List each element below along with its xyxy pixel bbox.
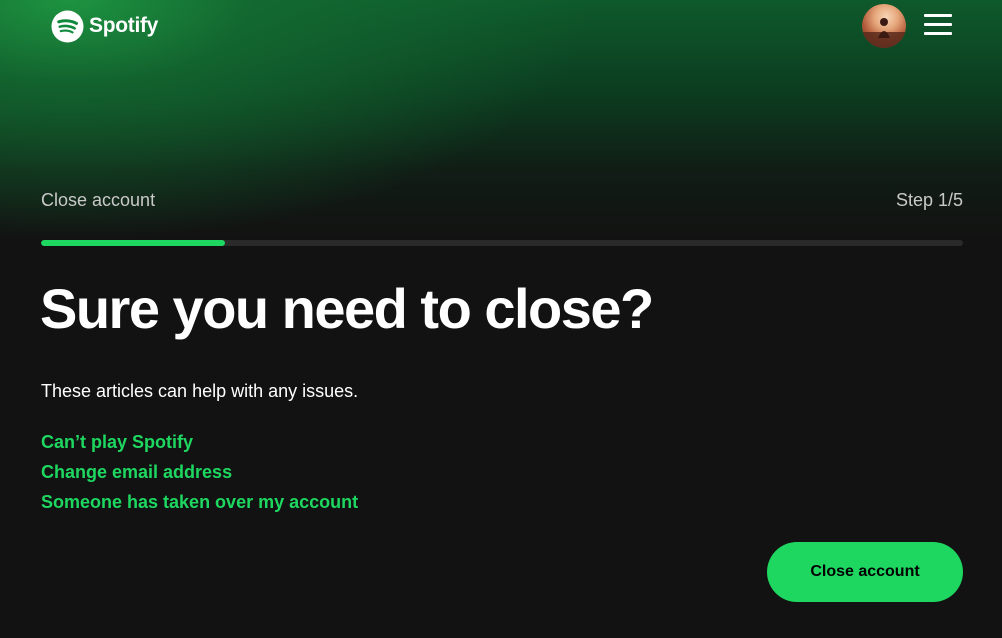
spotify-logo-link[interactable]: Spotify	[51, 9, 158, 43]
flow-title: Close account	[41, 190, 156, 210]
close-account-button[interactable]: Close account	[767, 542, 963, 602]
spotify-wordmark: Spotify	[89, 14, 159, 37]
page-title: Sure you need to close?	[40, 277, 654, 340]
help-article-list: Can’t play Spotify Change email address …	[41, 430, 358, 520]
step-indicator: Step 1/5	[895, 190, 963, 210]
progress-bar-fill	[41, 240, 226, 246]
list-item: Change email address	[41, 460, 358, 490]
help-text: These articles can help with any issues.	[41, 381, 359, 401]
user-avatar[interactable]	[862, 4, 906, 48]
top-bar: Spotify	[0, 0, 1002, 52]
spotify-logo-icon	[51, 9, 84, 43]
avatar-photo-icon	[862, 18, 906, 48]
article-link-change-email[interactable]: Change email address	[41, 462, 232, 482]
list-item: Someone has taken over my account	[41, 490, 358, 520]
article-link-cant-play[interactable]: Can’t play Spotify	[41, 432, 193, 452]
list-item: Can’t play Spotify	[41, 430, 358, 460]
hamburger-menu-icon[interactable]	[924, 14, 952, 36]
progress-bar	[41, 240, 963, 246]
article-link-account-taken-over[interactable]: Someone has taken over my account	[41, 492, 358, 512]
close-account-page: Spotify Close account Step 1/5 Sure you …	[0, 0, 1002, 638]
